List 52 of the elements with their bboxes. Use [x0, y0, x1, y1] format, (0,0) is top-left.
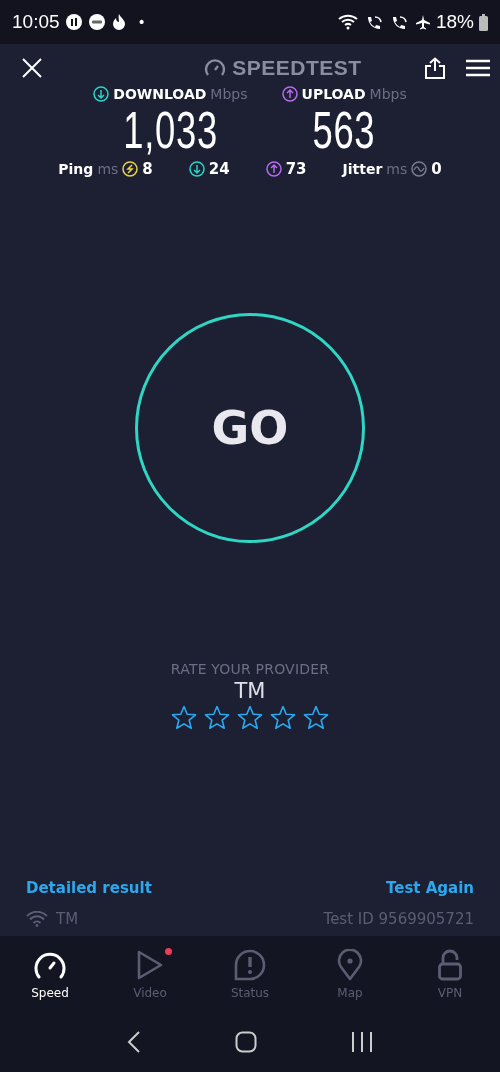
provider-name: TM: [234, 679, 266, 703]
speedometer-icon: [204, 59, 227, 77]
close-icon[interactable]: [22, 58, 42, 78]
unit-label: ms: [386, 161, 408, 177]
alert-icon: [233, 949, 267, 981]
test-id: Test ID 9569905721: [323, 910, 474, 928]
unit-label: Mbps: [210, 86, 248, 102]
unlocked-padlock-icon: [437, 949, 463, 981]
result-label: UPLOAD: [301, 86, 366, 102]
app-icon: [87, 13, 106, 31]
star-icon[interactable]: [270, 705, 296, 730]
latency-value: 73: [285, 160, 307, 178]
speedometer-icon: [33, 951, 67, 979]
share-icon[interactable]: [424, 57, 446, 79]
battery-level: 18%: [435, 11, 474, 33]
result-label: DOWNLOAD: [113, 86, 207, 102]
latency-label: Ping: [58, 161, 94, 177]
unit-label: ms: [97, 161, 119, 177]
speed-value: 563: [312, 102, 376, 158]
network-name: TM: [56, 910, 79, 928]
lightning-icon: [122, 161, 139, 177]
star-icon[interactable]: [171, 705, 197, 730]
latency-value: 8: [142, 160, 153, 178]
home-icon[interactable]: [235, 1031, 257, 1053]
detailed-result-link[interactable]: Detailed result: [26, 879, 152, 897]
star-icon[interactable]: [204, 705, 230, 730]
notification-dot: •: [137, 14, 146, 30]
speed-value: 1,033: [123, 102, 218, 158]
flame-icon: [110, 13, 127, 31]
app-icon: [64, 13, 83, 31]
star-icon[interactable]: [303, 705, 329, 730]
go-button[interactable]: GO: [135, 313, 365, 543]
back-icon[interactable]: [127, 1031, 141, 1053]
airplane-icon: [414, 14, 431, 30]
play-icon: [136, 950, 164, 980]
latency-value: 24: [208, 160, 230, 178]
recent-apps-icon[interactable]: [351, 1032, 373, 1052]
unit-label: Mbps: [369, 86, 407, 102]
latency-label: Jitter: [342, 161, 383, 177]
wifi-icon: [337, 14, 360, 30]
star-icon[interactable]: [237, 705, 263, 730]
clock: 10:05: [12, 11, 60, 33]
menu-icon[interactable]: [466, 59, 490, 77]
location-pin-icon: [337, 949, 363, 981]
wave-icon: [411, 161, 428, 177]
test-again-link[interactable]: Test Again: [385, 879, 474, 897]
nav-tab[interactable]: Speed: [10, 948, 90, 1000]
app-title: SPEEDTEST: [232, 56, 362, 80]
battery-icon: [479, 13, 488, 31]
rating-title: RATE YOUR PROVIDER: [170, 661, 330, 677]
wifi-icon: [26, 911, 48, 927]
latency-value: 0: [431, 160, 442, 178]
